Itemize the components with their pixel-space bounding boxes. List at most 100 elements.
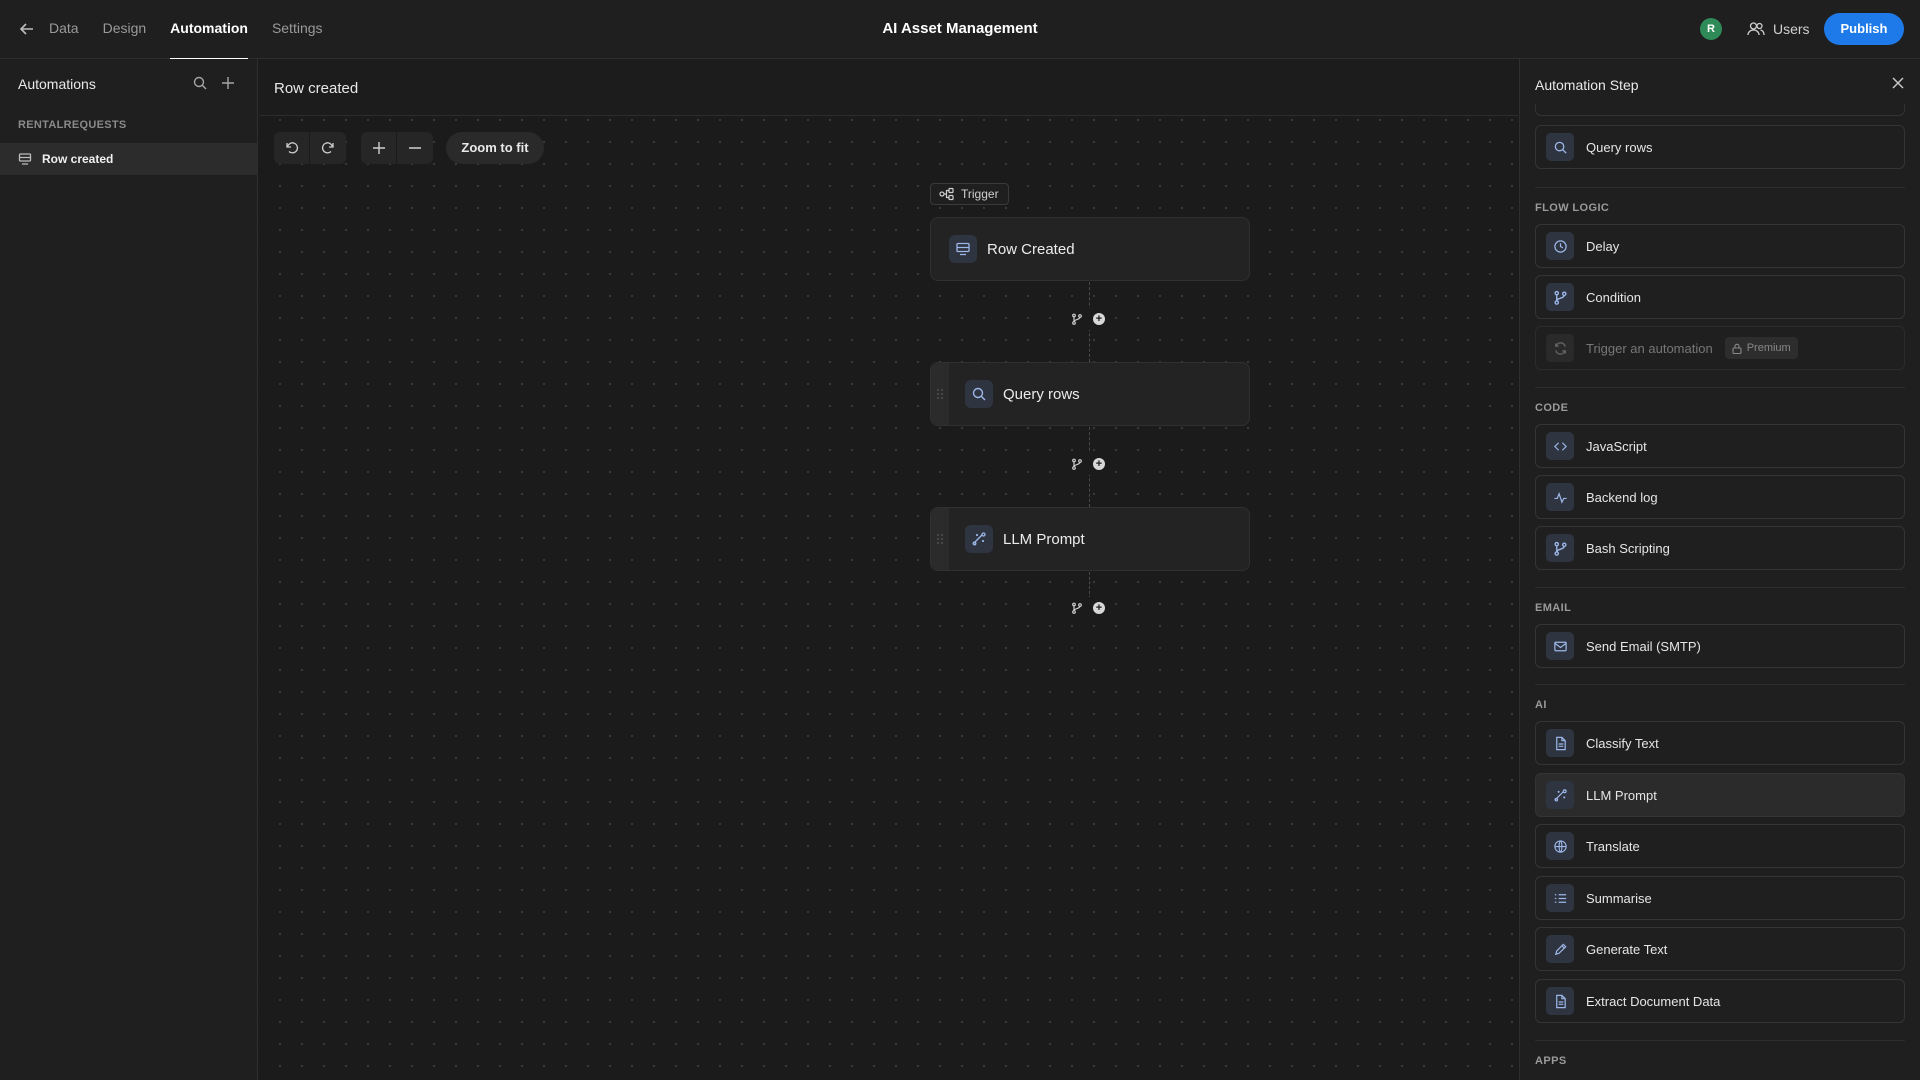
breadcrumb: Row created	[259, 59, 1518, 116]
step-label: Trigger an automation	[1586, 340, 1713, 356]
sidebar-section-label: RENTALREQUESTS	[18, 119, 127, 131]
step-label: Delay	[1586, 238, 1620, 254]
node-row-created[interactable]: Row Created	[930, 217, 1250, 281]
pencil-icon	[1546, 935, 1574, 963]
search-icon[interactable]	[192, 75, 208, 91]
node-llm-prompt[interactable]: LLM Prompt	[930, 507, 1250, 571]
node-actions: +	[1065, 308, 1111, 330]
main-area: Row created Zoom to fit Trigger Row Crea…	[259, 59, 1518, 1080]
step-label: Generate Text	[1586, 941, 1668, 957]
tab-automation[interactable]: Automation	[158, 0, 260, 60]
activity-icon	[1546, 483, 1574, 511]
step-label: LLM Prompt	[1586, 787, 1657, 803]
minus-icon	[407, 140, 423, 156]
code-icon	[1546, 432, 1574, 460]
llm-prompt-icon	[965, 525, 993, 553]
trigger-icon	[939, 187, 955, 201]
step-translate[interactable]: Translate	[1535, 824, 1905, 868]
add-step-icon[interactable]: +	[1093, 313, 1105, 325]
sync-icon	[1546, 334, 1574, 362]
category-flow-logic: FLOW LOGIC	[1535, 202, 1610, 214]
step-label: Translate	[1586, 838, 1640, 854]
divider	[1535, 187, 1905, 188]
step-summarise[interactable]: Summarise	[1535, 876, 1905, 920]
tab-design[interactable]: Design	[91, 0, 159, 59]
search-icon	[965, 380, 993, 408]
undo-button[interactable]	[274, 132, 310, 164]
globe-icon	[1546, 832, 1574, 860]
branch-icon	[1546, 534, 1574, 562]
zoom-to-fit-button[interactable]: Zoom to fit	[446, 132, 544, 164]
node-query-rows[interactable]: Query rows	[930, 362, 1250, 426]
lock-icon	[1732, 343, 1742, 354]
step-javascript[interactable]: JavaScript	[1535, 424, 1905, 468]
trigger-label: Trigger	[961, 187, 999, 201]
sidebar-item-row-created[interactable]: Row created	[0, 143, 257, 175]
automation-step-panel: Automation Step Query rows FLOW LOGIC De…	[1519, 59, 1920, 1080]
step-llm-prompt[interactable]: LLM Prompt	[1535, 773, 1905, 817]
drag-handle-icon[interactable]	[931, 508, 949, 570]
step-classify-text[interactable]: Classify Text	[1535, 721, 1905, 765]
category-ai: AI	[1535, 699, 1547, 711]
step-label: Classify Text	[1586, 735, 1659, 751]
close-icon[interactable]	[1890, 75, 1906, 91]
users-label: Users	[1773, 21, 1810, 37]
sidebar-item-label: Row created	[42, 152, 114, 166]
divider	[1535, 1040, 1905, 1041]
add-step-icon[interactable]: +	[1093, 602, 1105, 614]
automations-sidebar: Automations RENTALREQUESTS Row created	[0, 59, 258, 1080]
list-icon	[1546, 884, 1574, 912]
step-bash-scripting[interactable]: Bash Scripting	[1535, 526, 1905, 570]
document-icon	[1546, 987, 1574, 1015]
publish-button[interactable]: Publish	[1824, 13, 1904, 45]
redo-button[interactable]	[310, 132, 346, 164]
step-trigger-automation: Trigger an automation Premium	[1535, 326, 1905, 370]
table-row-icon	[949, 235, 977, 263]
clock-icon	[1546, 232, 1574, 260]
document-icon	[1546, 729, 1574, 757]
premium-label: Premium	[1746, 342, 1791, 354]
search-icon	[1546, 133, 1574, 161]
top-nav: Data Design Automation Settings	[49, 0, 335, 60]
step-label: Summarise	[1586, 890, 1652, 906]
users-button[interactable]: Users	[1747, 18, 1810, 40]
branch-icon[interactable]	[1071, 313, 1083, 325]
trigger-tag: Trigger	[930, 183, 1009, 205]
top-bar: Data Design Automation Settings AI Asset…	[0, 0, 1920, 60]
drag-handle-icon[interactable]	[931, 363, 949, 425]
tab-settings[interactable]: Settings	[260, 0, 335, 59]
category-email: EMAIL	[1535, 602, 1572, 614]
step-label: Send Email (SMTP)	[1586, 638, 1701, 654]
step-backend-log[interactable]: Backend log	[1535, 475, 1905, 519]
zoom-in-button[interactable]	[361, 132, 397, 164]
step-send-email[interactable]: Send Email (SMTP)	[1535, 624, 1905, 668]
divider	[1535, 684, 1905, 685]
back-arrow-icon[interactable]	[16, 18, 38, 40]
step-generate-text[interactable]: Generate Text	[1535, 927, 1905, 971]
step-condition[interactable]: Condition	[1535, 275, 1905, 319]
add-automation-icon[interactable]	[220, 75, 236, 91]
branch-icon[interactable]	[1071, 602, 1083, 614]
step-label: Bash Scripting	[1586, 540, 1670, 556]
step-query-rows[interactable]: Query rows	[1535, 125, 1905, 169]
node-title: Query rows	[1003, 385, 1080, 403]
step-delay[interactable]: Delay	[1535, 224, 1905, 268]
tab-data[interactable]: Data	[49, 0, 91, 59]
step-label: Condition	[1586, 289, 1641, 305]
step-label: Query rows	[1586, 139, 1653, 155]
branch-icon	[1546, 283, 1574, 311]
llm-prompt-icon	[1546, 781, 1574, 809]
node-title: LLM Prompt	[1003, 530, 1085, 548]
step-label: Extract Document Data	[1586, 993, 1721, 1009]
automation-canvas[interactable]: Zoom to fit Trigger Row Created + Query …	[259, 117, 1518, 1080]
step-extract-document-data[interactable]: Extract Document Data	[1535, 979, 1905, 1023]
add-step-icon[interactable]: +	[1093, 458, 1105, 470]
sidebar-title: Automations	[18, 76, 96, 92]
redo-icon	[320, 140, 336, 156]
branch-icon[interactable]	[1071, 458, 1083, 470]
users-icon	[1747, 21, 1765, 37]
partial-step-item	[1535, 104, 1905, 116]
avatar[interactable]: R	[1700, 18, 1722, 40]
zoom-out-button[interactable]	[397, 132, 433, 164]
mail-icon	[1546, 632, 1574, 660]
